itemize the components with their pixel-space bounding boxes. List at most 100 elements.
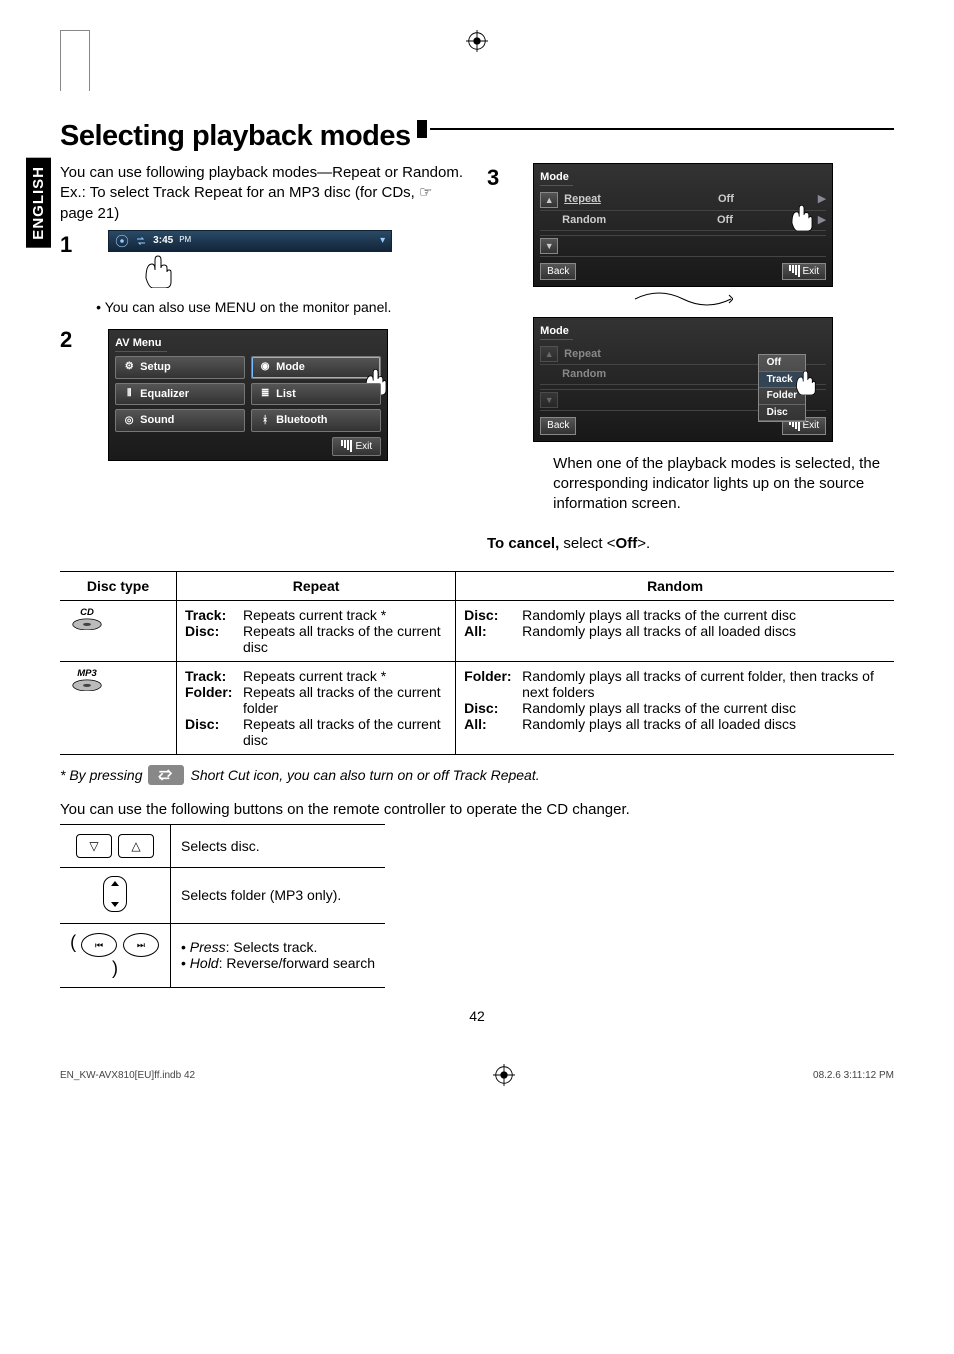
remote-action: Selects disc. — [171, 824, 386, 867]
av-exit-button[interactable]: Exit — [332, 437, 382, 457]
v: Repeats all tracks of the current disc — [243, 623, 447, 655]
th-repeat: Repeat — [177, 571, 456, 600]
language-tab: ENGLISH — [26, 158, 51, 248]
v: Repeats current track * — [243, 668, 447, 684]
touch-finger-icon — [784, 199, 816, 231]
playback-note: When one of the playback modes is select… — [553, 454, 890, 515]
v: Randomly plays all tracks of all loaded … — [522, 716, 886, 732]
k-track: Track: — [185, 607, 243, 623]
svg-text:MP3: MP3 — [77, 668, 97, 679]
remote-down-button[interactable]: ▽ — [76, 834, 112, 858]
mode-panel-1: Mode ▲ Repeat Off ▶ Random Off ▶ — [533, 163, 833, 287]
disc-ampm: PM — [179, 235, 191, 246]
shortcut-icon — [148, 765, 184, 785]
mode-repeat-label[interactable]: Repeat — [564, 192, 634, 207]
table-row: ▽ △ Selects disc. — [60, 824, 385, 867]
mode-back-button[interactable]: Back — [540, 263, 576, 281]
remote-action: Selects folder (MP3 only). — [171, 867, 386, 923]
section-title: Selecting playback modes — [60, 120, 411, 153]
v: Randomly plays all tracks of the current… — [522, 607, 886, 623]
remote-action: • Press: Press: Selects track.Selects tr… — [171, 923, 386, 988]
th-disc-type: Disc type — [60, 571, 177, 600]
mp3-disc-icon: MP3 — [68, 668, 106, 692]
mode-panel-2-title: Mode — [540, 324, 573, 340]
mode-repeat-label[interactable]: Repeat — [564, 347, 634, 362]
chevron-right-icon[interactable]: ▶ — [818, 213, 826, 228]
footer-right: 08.2.6 3:11:12 PM — [813, 1070, 894, 1081]
av-sound-button[interactable]: ◎ Sound — [115, 409, 245, 432]
scroll-down-icon[interactable]: ▼ — [540, 238, 558, 254]
remote-rocker-button[interactable] — [103, 876, 127, 912]
signal-bars-icon — [341, 440, 352, 452]
step-1-bullet: • You can also use MENU on the monitor p… — [86, 298, 463, 317]
av-bluetooth-button[interactable]: ᚼ Bluetooth — [251, 409, 381, 432]
chevron-right-icon[interactable]: ▶ — [818, 192, 826, 207]
scroll-up-icon[interactable]: ▲ — [540, 346, 558, 362]
step-2-number: 2 — [60, 325, 82, 355]
transition-arrow-icon — [633, 291, 733, 307]
bluetooth-icon: ᚼ — [258, 414, 272, 428]
page-number: 42 — [60, 1008, 894, 1024]
example-text: Ex.: To select Track Repeat for an MP3 d… — [60, 183, 467, 224]
av-list-button[interactable]: ≣ List — [251, 383, 381, 406]
mode-exit-button[interactable]: Exit — [782, 263, 826, 281]
av-menu-panel: AV Menu ⚙ Setup ◉ Mode — [108, 329, 388, 461]
mode-panel-1-title: Mode — [540, 170, 573, 186]
repeat-options-dropdown: Off Track Folder Disc — [758, 354, 807, 422]
title-rule-line — [430, 128, 894, 130]
v: Randomly plays all tracks of all loaded … — [522, 623, 886, 639]
playback-modes-table: Disc type Repeat Random CD Track:Repeats… — [60, 571, 894, 755]
cancel-instruction: To cancel, select <Off>. — [487, 534, 894, 554]
k-all: All: — [464, 623, 522, 639]
av-mode-label: Mode — [276, 360, 305, 375]
remote-note: You can use the following buttons on the… — [60, 801, 894, 818]
av-exit-label: Exit — [356, 440, 373, 454]
v: Repeats current track * — [243, 607, 447, 623]
av-sound-label: Sound — [140, 413, 174, 428]
repeat-option-track[interactable]: Track — [759, 372, 806, 389]
remote-buttons-table: ▽ △ Selects disc. Selects folder (MP3 on… — [60, 824, 385, 989]
mode-back-button[interactable]: Back — [540, 417, 576, 435]
av-menu-title: AV Menu — [115, 336, 167, 352]
av-bluetooth-label: Bluetooth — [276, 413, 327, 428]
mode-random-label[interactable]: Random — [562, 367, 632, 382]
k-track: Track: — [185, 668, 243, 684]
remote-up-button[interactable]: △ — [118, 834, 154, 858]
cd-disc-icon: CD — [68, 607, 106, 631]
av-equalizer-button[interactable]: ⫴ Equalizer — [115, 383, 245, 406]
gear-icon: ⚙ — [122, 360, 136, 374]
av-mode-button[interactable]: ◉ Mode — [251, 356, 381, 379]
touch-finger-icon — [136, 248, 176, 288]
av-list-label: List — [276, 387, 296, 402]
footer-left: EN_KW-AVX810[EU]ff.indb 42 — [60, 1070, 195, 1081]
av-setup-label: Setup — [140, 360, 171, 375]
th-random: Random — [456, 571, 894, 600]
repeat-option-disc[interactable]: Disc — [759, 405, 806, 422]
k-folder: Folder: — [185, 684, 243, 716]
remote-prev-button[interactable]: ⏮ — [81, 933, 117, 957]
disc-icon: ◉ — [258, 360, 272, 374]
k-all: All: — [464, 716, 522, 732]
mode-random-label[interactable]: Random — [562, 213, 632, 228]
print-reg-mark-left — [60, 30, 90, 91]
mode-panel-2: Mode ▲ Repeat Off Track Folder — [533, 317, 833, 441]
scroll-down-icon[interactable]: ▼ — [540, 392, 558, 408]
table-row: Selects folder (MP3 only). — [60, 867, 385, 923]
remote-next-button[interactable]: ⏭ — [123, 933, 159, 957]
svg-text:CD: CD — [80, 607, 94, 618]
k-folder: Folder: — [464, 668, 522, 700]
table-row: CD Track:Repeats current track * Disc:Re… — [60, 600, 894, 661]
eq-icon: ⫴ — [122, 387, 136, 401]
k-disc: Disc: — [185, 623, 243, 655]
speaker-icon: ◎ — [122, 414, 136, 428]
dropdown-chevron-icon: ▾ — [380, 234, 385, 248]
scroll-up-icon[interactable]: ▲ — [540, 192, 558, 208]
step-1-number: 1 — [60, 230, 82, 260]
av-setup-button[interactable]: ⚙ Setup — [115, 356, 245, 379]
k-disc: Disc: — [464, 607, 522, 623]
registration-target-icon — [466, 30, 488, 52]
step-3-number: 3 — [487, 163, 509, 193]
k-disc: Disc: — [464, 700, 522, 716]
av-eq-label: Equalizer — [140, 387, 189, 402]
v: Repeats all tracks of the current disc — [243, 716, 447, 748]
